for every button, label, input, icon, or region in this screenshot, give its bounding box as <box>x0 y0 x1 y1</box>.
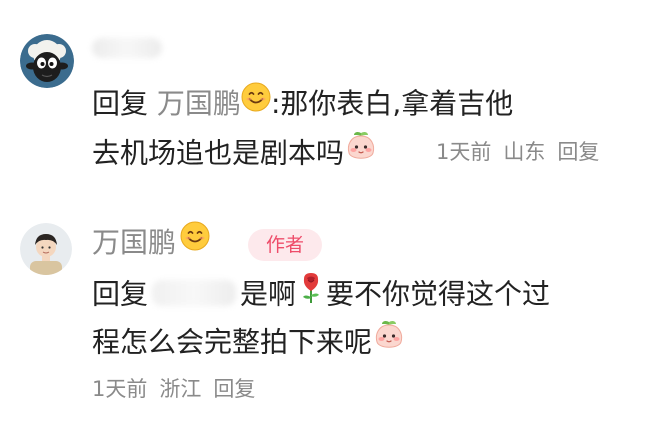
comment-text-line-1: 回复 是啊 要不你觉得这个过 <box>92 273 550 318</box>
comment-location: 山东 <box>503 140 546 164</box>
smile-emoji-icon <box>180 221 210 262</box>
comment-text-part-2: 去机场追也是剧本吗 <box>92 136 345 170</box>
mention-name[interactable]: 万国鹏 <box>157 87 241 120</box>
reply-button[interactable]: 回复 <box>557 140 599 164</box>
comment-time: 1天前 <box>436 140 492 164</box>
blurred-username[interactable] <box>92 38 162 58</box>
comment-text-part-3: 程怎么会完整拍下来呢 <box>92 325 373 359</box>
user-photo-avatar[interactable] <box>20 223 72 275</box>
reply-prefix: 回复 <box>92 87 149 120</box>
shy-peach-emoji-icon <box>344 129 378 174</box>
comment-text-part-2: 要不你觉得这个过 <box>326 277 551 311</box>
comment-text-line-2: 程怎么会完整拍下来呢 <box>92 318 406 366</box>
reply-prefix: 回复 <box>92 277 149 311</box>
sheep-avatar[interactable] <box>20 34 74 88</box>
comment-time: 1天前 <box>92 377 148 401</box>
shy-peach-emoji-icon <box>372 318 406 363</box>
comment-text-part-1: :那你表白,拿着吉他 <box>270 87 514 120</box>
reply-button[interactable]: 回复 <box>213 377 255 401</box>
author-name-text[interactable]: 万国鹏 <box>92 226 176 259</box>
smile-emoji-icon <box>241 82 271 123</box>
comment-text-part-1: 是啊 <box>240 277 297 311</box>
comment-item: 回复 万国鹏:那你表白,拿着吉他 去机场追也是剧本吗 1天前 山东 回复 <box>0 0 660 205</box>
comment-location: 浙江 <box>159 377 202 401</box>
comment-item: 万国鹏 作者 回复 是啊 要不你觉得这个过 程怎么会完整拍下来呢 1天前 浙江 回复 <box>0 205 660 425</box>
comment-meta: 1天前 山东 回复 <box>436 137 611 167</box>
blurred-mention[interactable] <box>152 279 237 306</box>
comment-text-line-1: 回复 万国鹏 :那你表白,拿着吉他 <box>92 82 514 126</box>
comment-text-line-2: 去机场追也是剧本吗 <box>92 129 378 177</box>
author-badge: 作者 <box>248 229 322 261</box>
comment-meta: 1天前 浙江 回复 <box>92 374 267 404</box>
author-username[interactable]: 万国鹏 <box>92 221 210 265</box>
rose-emoji-icon <box>296 270 326 315</box>
